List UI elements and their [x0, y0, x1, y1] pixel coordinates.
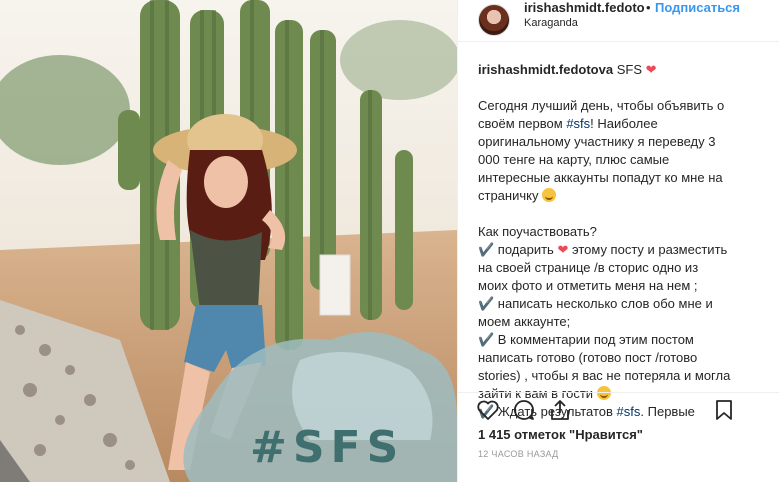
location-link[interactable]: Karaganda	[524, 17, 578, 29]
likes-count[interactable]: 1 415 отметок "Нравится"	[478, 427, 643, 442]
caption-title-text: SFS	[616, 62, 642, 77]
caption-text: своём первом	[478, 116, 563, 131]
smiling-face-emoji-icon	[542, 188, 557, 202]
caption-line: ✔️ написать несколько слов обо мне и	[478, 296, 713, 311]
post-sidebar: irishashmidt.fedoto • Подписаться Karaga…	[457, 0, 779, 482]
heart-emoji-icon: ❤	[557, 242, 569, 257]
post-header: irishashmidt.fedoto • Подписаться Karaga…	[458, 0, 779, 42]
heart-icon[interactable]	[476, 399, 500, 426]
post-timestamp[interactable]: 12 ЧАСОВ НАЗАД	[478, 449, 559, 459]
caption-line: оригинальному участнику я переведу 3	[478, 134, 716, 149]
caption-line: написать готово (готово пост /готово	[478, 350, 698, 365]
avatar[interactable]	[478, 4, 510, 36]
caption-line: Как поучаствовать?	[478, 224, 597, 239]
heart-emoji-icon: ❤	[645, 62, 657, 77]
share-icon[interactable]	[548, 399, 572, 426]
caption-title-line: irishashmidt.fedotova SFS ❤	[478, 61, 763, 79]
separator-dot: •	[646, 0, 651, 15]
bookmark-icon[interactable]	[714, 399, 734, 426]
caption-text: страничку	[478, 188, 539, 203]
sfs-overlay-text: #SFS	[250, 422, 405, 473]
photo-illustration	[0, 0, 457, 482]
hashtag-link[interactable]: #sfs	[566, 116, 590, 131]
caption-line: Сегодня лучший день, чтобы объявить о	[478, 98, 725, 113]
caption-line: моем аккаунте;	[478, 314, 571, 329]
caption-line: stories) , чтобы я вас не потеряла и мог…	[478, 368, 731, 383]
header-username-link[interactable]: irishashmidt.fedoto	[524, 0, 645, 15]
post-caption: irishashmidt.fedotova SFS ❤ Сегодня лучш…	[478, 61, 763, 421]
caption-line: ✔️ В комментарии под этим постом	[478, 332, 694, 347]
post-photo[interactable]: #SFS	[0, 0, 457, 482]
caption-text: ! Наиболее	[590, 116, 658, 131]
caption-line: интересные аккаунты попадут ко мне на	[478, 170, 723, 185]
caption-line: ✔️ подарить ❤ этому посту и разместить	[478, 241, 763, 259]
caption-text: этому посту и разместить	[568, 242, 728, 257]
comment-icon[interactable]	[512, 399, 536, 426]
caption-line: 000 тенге на карту, плюс самые	[478, 152, 670, 167]
caption-line: своём первом #sfs! Наиболее	[478, 115, 763, 133]
caption-line: моих фото и отметить меня на нем ;	[478, 278, 698, 293]
follow-button[interactable]: Подписаться	[655, 0, 740, 15]
caption-line: на своей странице /в сторис одно из	[478, 260, 699, 275]
caption-username-link[interactable]: irishashmidt.fedotova	[478, 62, 613, 77]
caption-text: ✔️ подарить	[478, 242, 554, 257]
caption-line: страничку	[478, 187, 763, 205]
action-bar	[458, 392, 779, 426]
